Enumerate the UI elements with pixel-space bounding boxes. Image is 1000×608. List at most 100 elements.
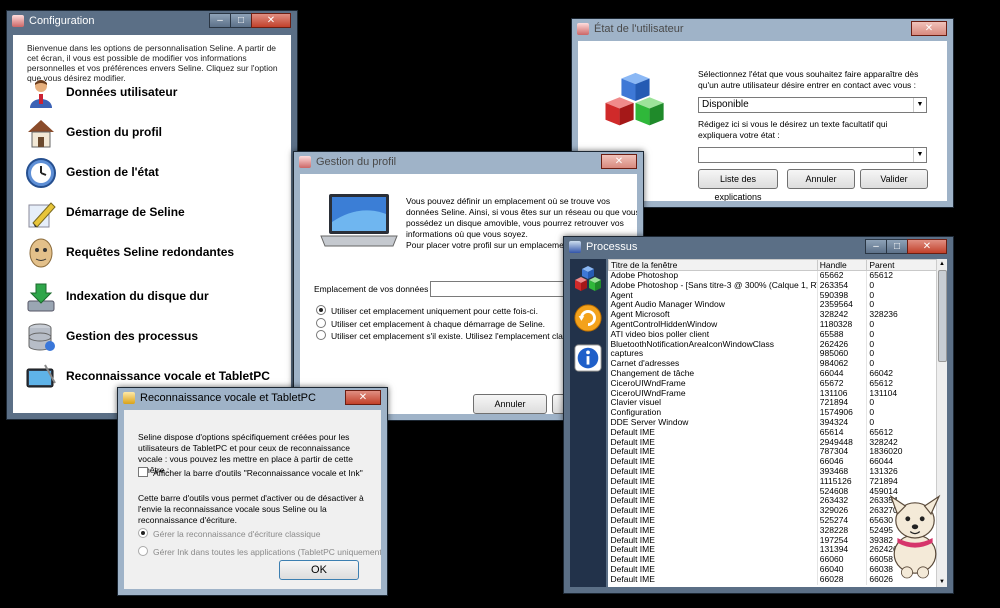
cell-handle: 131394 — [817, 545, 868, 556]
table-row[interactable]: Default IME 393468 131326 — [608, 466, 947, 477]
cubes-icon — [605, 72, 664, 126]
minimize-button[interactable]: – — [209, 13, 231, 28]
cell-title: Default IME — [608, 457, 818, 467]
cell-handle: 131106 — [817, 388, 868, 399]
state-select[interactable]: Disponible ▼ — [698, 97, 927, 113]
toolbar-checkbox[interactable]: Afficher la barre d'outils "Reconnaissan… — [138, 467, 363, 478]
menu-item-disk-indexing[interactable]: Indexation du disque dur — [25, 281, 285, 313]
table-row[interactable]: Default IME 2949448 328242 — [608, 437, 947, 448]
cell-handle: 65662 — [817, 270, 868, 281]
cell-title: Default IME — [608, 535, 818, 546]
cubes-icon[interactable] — [572, 265, 604, 297]
cell-title: Default IME — [608, 496, 818, 507]
cell-title: Default IME — [608, 564, 818, 575]
pencil-icon — [28, 202, 56, 228]
cell-parent: 0 — [866, 319, 947, 330]
table-row[interactable]: Agent 590398 0 — [608, 290, 947, 301]
table-row[interactable]: Clavier visuel 721894 0 — [608, 398, 947, 409]
cell-handle: 65614 — [817, 427, 868, 438]
table-row[interactable]: Default IME 787304 1836020 — [608, 447, 947, 458]
table-row[interactable]: DDE Server Window 394324 0 — [608, 417, 947, 428]
table-row[interactable]: Adobe Photoshop 65662 65612 — [608, 270, 947, 281]
cell-title: Default IME — [608, 437, 818, 448]
scroll-up-arrow[interactable]: ▲ — [937, 259, 947, 269]
table-row[interactable]: captures 985060 0 — [608, 349, 947, 360]
cell-title: Default IME — [608, 506, 818, 516]
option-label: Utiliser cet emplacement à chaque démarr… — [331, 319, 546, 329]
menu-item-user-data[interactable]: Données utilisateur — [25, 77, 285, 109]
cell-parent: 0 — [866, 417, 947, 428]
column-header-parent[interactable]: Parent — [866, 259, 947, 271]
configuration-client: Bienvenue dans les options de personnali… — [13, 35, 291, 413]
option-always[interactable]: Utiliser cet emplacement à chaque démarr… — [316, 318, 545, 329]
tablet-icon — [26, 364, 56, 388]
cell-title: Default IME — [608, 466, 818, 477]
cancel-button[interactable]: Annuler — [787, 169, 855, 189]
cell-handle: 66060 — [817, 555, 868, 565]
menu-item-state[interactable]: Gestion de l'état — [25, 157, 285, 189]
close-button[interactable]: ✕ — [345, 390, 381, 405]
cell-parent: 0 — [866, 408, 947, 418]
table-row[interactable]: Agent Audio Manager Window 2359564 0 — [608, 300, 947, 311]
profile-titlebar[interactable]: Gestion du profil — [294, 152, 643, 174]
table-row[interactable]: AgentControlHiddenWindow 1180328 0 — [608, 319, 947, 330]
cell-title: AgentControlHiddenWindow — [608, 319, 818, 330]
table-row[interactable]: Adobe Photoshop - [Sans titre-3 @ 300% (… — [608, 280, 947, 291]
column-header-handle[interactable]: Handle — [816, 259, 868, 271]
list-explanations-button[interactable]: Liste des explications — [698, 169, 778, 201]
configuration-window: Configuration – □ ✕ Bienvenue dans les o… — [6, 10, 298, 420]
close-button[interactable]: ✕ — [251, 13, 291, 28]
menu-item-redundant-requests[interactable]: Requêtes Seline redondantes — [25, 237, 285, 269]
cancel-button[interactable]: Annuler — [473, 394, 547, 414]
refresh-icon[interactable] — [573, 303, 603, 333]
close-button[interactable]: ✕ — [601, 154, 637, 169]
scrollbar-thumb[interactable] — [938, 270, 947, 362]
cell-parent: 131326 — [866, 466, 947, 477]
column-header-title[interactable]: Titre de la fenêtre — [608, 259, 818, 271]
table-row[interactable]: Default IME 65614 65612 — [608, 427, 947, 438]
option-if-exists[interactable]: Utiliser cet emplacement s'il existe. Ut… — [316, 330, 604, 341]
table-row[interactable]: CiceroUIWndFrame 65672 65612 — [608, 378, 947, 389]
option-label: Gérer Ink dans toutes les applications (… — [153, 547, 381, 557]
option-classic-writing[interactable]: Gérer la reconnaissance d'écriture class… — [138, 528, 320, 539]
cell-title: Carnet d'adresses — [608, 359, 818, 369]
option-once[interactable]: Utiliser cet emplacement uniquement pour… — [316, 305, 538, 316]
table-row[interactable]: BluetoothNotificationAreaIconWindowClass… — [608, 339, 947, 350]
table-row[interactable]: CiceroUIWndFrame 131106 131104 — [608, 388, 947, 399]
checkbox-label: Afficher la barre d'outils "Reconnaissan… — [153, 468, 363, 478]
menu-item-startup[interactable]: Démarrage de Seline — [25, 197, 285, 229]
info-icon[interactable] — [573, 343, 603, 373]
table-header: Titre de la fenêtre Handle Parent — [608, 259, 947, 271]
explain-input[interactable]: ▼ — [698, 147, 927, 163]
cell-parent: 66044 — [866, 457, 947, 467]
validate-button[interactable]: Valider — [860, 169, 928, 189]
table-row[interactable]: Agent Microsoft 328242 328236 — [608, 310, 947, 320]
minimize-button[interactable]: – — [865, 239, 887, 254]
app-icon — [299, 156, 311, 168]
menu-item-label: Reconnaissance vocale et TabletPC — [66, 369, 270, 383]
cell-handle: 66040 — [817, 564, 868, 575]
cell-title: Default IME — [608, 476, 818, 487]
table-row[interactable]: Configuration 1574906 0 — [608, 408, 947, 418]
close-button[interactable]: ✕ — [911, 21, 947, 36]
explain-prompt: Rédigez ici si vous le désirez un texte … — [698, 119, 888, 140]
cell-parent: 328242 — [866, 437, 947, 448]
menu-item-profile[interactable]: Gestion du profil — [25, 117, 285, 149]
table-row[interactable]: Changement de tâche 66044 66042 — [608, 368, 947, 379]
maximize-button[interactable]: □ — [886, 239, 908, 254]
menu-item-label: Données utilisateur — [66, 85, 178, 99]
option-ink-all-apps[interactable]: Gérer Ink dans toutes les applications (… — [138, 546, 381, 557]
cell-title: captures — [608, 349, 818, 360]
etat-titlebar[interactable]: État de l'utilisateur — [572, 19, 953, 41]
close-button[interactable]: ✕ — [907, 239, 947, 254]
cell-parent: 721894 — [866, 476, 947, 487]
table-row[interactable]: Default IME 66046 66044 — [608, 457, 947, 467]
ok-button[interactable]: OK — [279, 560, 359, 580]
table-row[interactable]: Carnet d'adresses 984062 0 — [608, 359, 947, 369]
maximize-button[interactable]: □ — [230, 13, 252, 28]
table-row[interactable]: ATI video bios poller client 65588 0 — [608, 329, 947, 340]
menu-item-processes[interactable]: Gestion des processus — [25, 321, 285, 353]
table-row[interactable]: Default IME 1115126 721894 — [608, 476, 947, 487]
window-title: Processus — [586, 241, 638, 253]
cell-handle: 329026 — [817, 506, 868, 516]
